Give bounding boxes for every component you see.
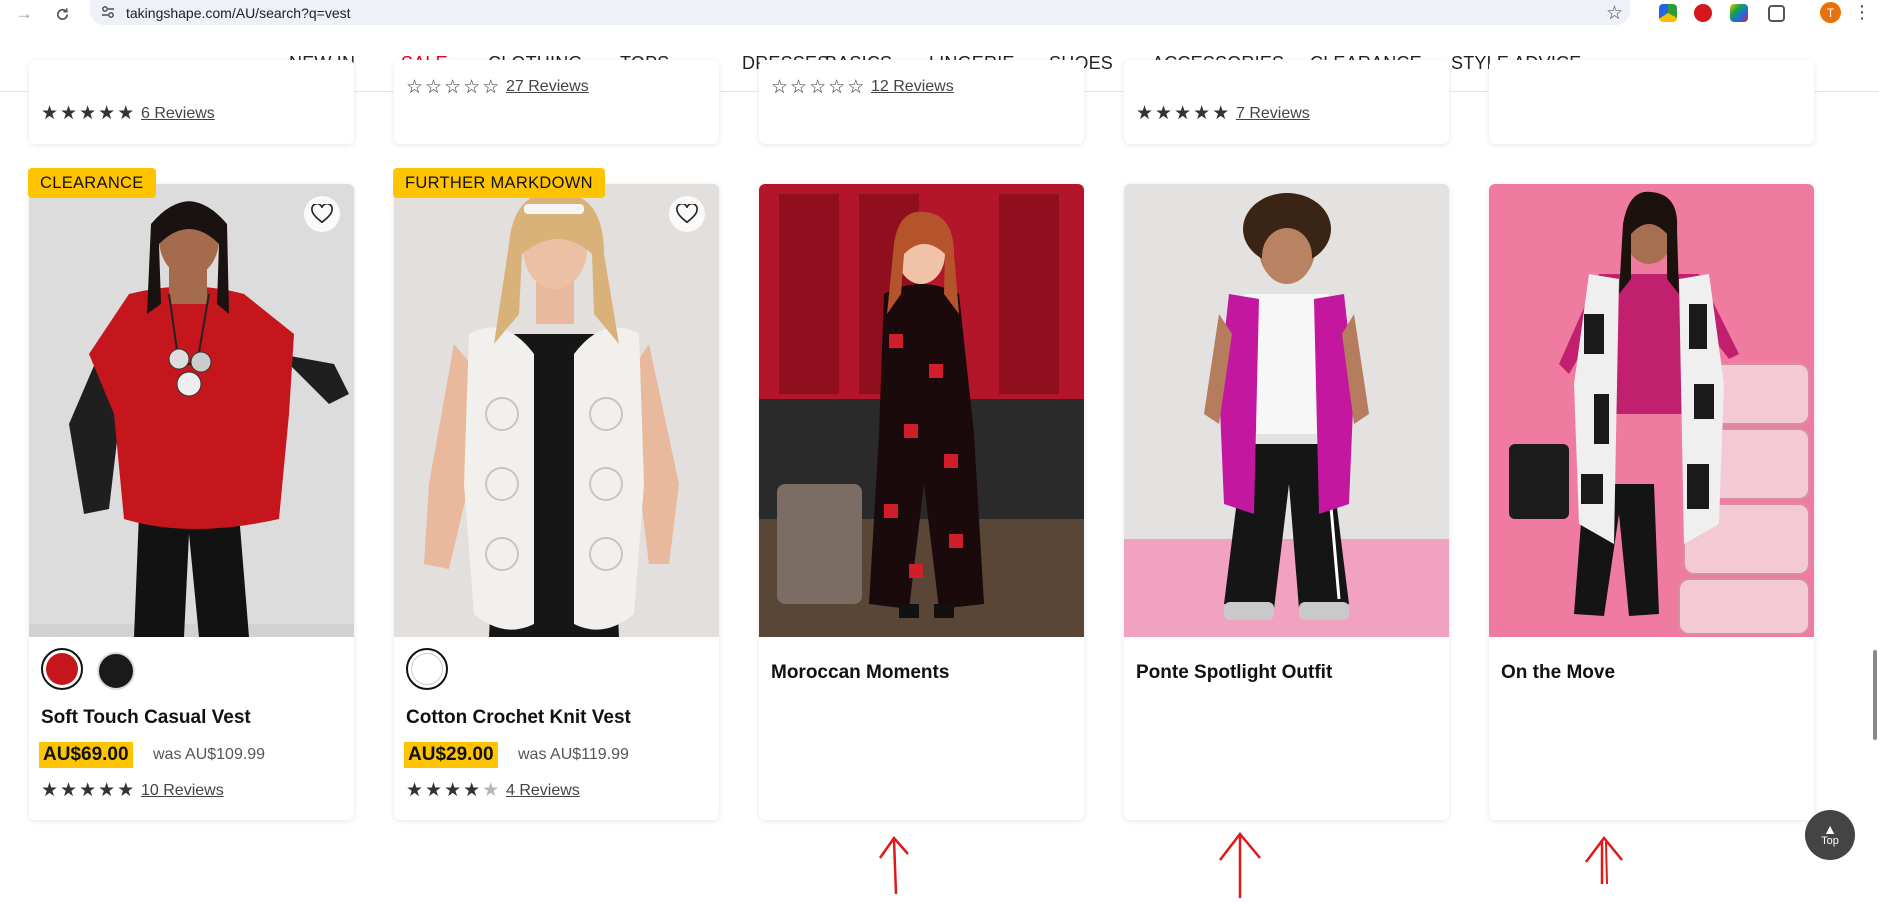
product-title[interactable]: Soft Touch Casual Vest [41,707,251,729]
star-rating: ★ ★ ★ ★ ★ [406,780,500,801]
look-card[interactable] [1489,60,1814,144]
wishlist-heart-icon[interactable] [304,196,340,232]
annotation-arrow-up-icon [878,835,909,895]
page-scrollbar[interactable] [1873,650,1877,740]
color-swatch-white[interactable] [406,648,448,690]
sale-price: AU$69.00 [39,742,133,768]
reviews-link[interactable]: 27 Reviews [506,78,589,96]
site-settings-icon[interactable] [100,4,116,20]
back-arrow-icon[interactable]: → [14,4,34,24]
color-swatch-black[interactable] [97,652,135,690]
look-card-on-the-move[interactable]: On the Move [1489,184,1814,820]
product-image[interactable] [394,184,719,637]
browser-menu-icon[interactable]: ⋮ [1853,2,1871,23]
product-card[interactable]: ☆ ☆ ☆ ☆ ☆ 27 Reviews [394,60,719,144]
star-rating: ☆ ☆ ☆ ☆ ☆ [406,77,500,98]
look-title[interactable]: Ponte Spotlight Outfit [1136,662,1332,684]
reviews-link[interactable]: 7 Reviews [1236,105,1310,123]
annotation-arrow-up-icon [1585,836,1623,885]
look-image[interactable] [1124,184,1449,637]
reload-icon[interactable] [52,4,72,24]
reviews-link[interactable]: 4 Reviews [506,782,580,800]
was-price: was AU$119.99 [518,746,629,763]
extension-icon[interactable] [1659,4,1677,22]
look-card-moroccan-moments[interactable]: Moroccan Moments [759,184,1084,820]
product-card-soft-touch-casual-vest[interactable]: CLEARANCE Soft Touch Casual Vest AU$69.0… [28,168,354,820]
look-image[interactable] [1489,184,1814,637]
product-card[interactable]: ★ ★ ★ ★ ★ 6 Reviews [29,60,354,144]
look-card-ponte-spotlight-outfit[interactable]: Ponte Spotlight Outfit [1124,184,1449,820]
reviews-link[interactable]: 10 Reviews [141,782,224,800]
reviews-link[interactable]: 6 Reviews [141,105,215,123]
extensions-puzzle-icon[interactable] [1768,5,1785,22]
sale-price: AU$29.00 [404,742,498,768]
extension-shield-icon[interactable] [1694,4,1712,22]
color-swatch-red[interactable] [41,648,83,690]
wishlist-heart-icon[interactable] [669,196,705,232]
star-rating: ★ ★ ★ ★ ★ [1136,103,1230,124]
back-to-top-button[interactable]: ▲ Top [1805,810,1855,860]
product-card[interactable]: ★ ★ ★ ★ ★ 7 Reviews [1124,60,1449,144]
product-image[interactable] [29,184,354,637]
address-bar[interactable]: takingshape.com/AU/search?q=vest [90,0,1630,25]
extension-color-icon[interactable] [1730,4,1748,22]
was-price: was AU$109.99 [153,746,266,763]
star-rating: ☆ ☆ ☆ ☆ ☆ [771,77,865,98]
annotation-arrow-up-icon [1219,832,1261,898]
browser-toolbar: → takingshape.com/AU/search?q=vest ☆ T ⋮ [0,0,1879,28]
url-text[interactable]: takingshape.com/AU/search?q=vest [126,5,351,21]
back-to-top-label: Top [1821,835,1839,847]
profile-avatar[interactable]: T [1820,2,1841,23]
product-card[interactable]: ☆ ☆ ☆ ☆ ☆ 12 Reviews [759,60,1084,144]
clearance-badge: CLEARANCE [28,168,156,198]
product-card-cotton-crochet-knit-vest[interactable]: FURTHER MARKDOWN Cotton Crochet Knit Ves… [393,168,719,820]
bookmark-star-icon[interactable]: ☆ [1606,2,1623,25]
star-rating: ★ ★ ★ ★ ★ [41,103,135,124]
look-image[interactable] [759,184,1084,637]
product-title[interactable]: Cotton Crochet Knit Vest [406,707,631,729]
chevron-up-icon: ▲ [1823,821,1837,837]
look-title[interactable]: On the Move [1501,662,1615,684]
star-rating: ★ ★ ★ ★ ★ [41,780,135,801]
look-title[interactable]: Moroccan Moments [771,662,949,684]
further-markdown-badge: FURTHER MARKDOWN [393,168,605,198]
reviews-link[interactable]: 12 Reviews [871,78,954,96]
